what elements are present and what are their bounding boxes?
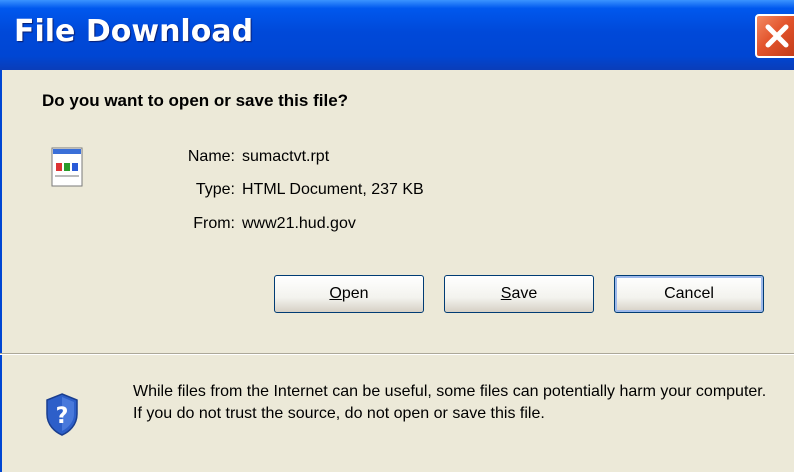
file-icon xyxy=(51,147,83,187)
open-label: pen xyxy=(341,285,369,302)
open-mnemonic: O xyxy=(329,285,342,302)
type-value: HTML Document, 237 KB xyxy=(242,181,424,198)
type-label: Type: xyxy=(195,181,235,198)
name-value: sumactvt.rpt xyxy=(242,148,330,165)
name-label: Name: xyxy=(187,148,235,165)
open-button[interactable]: Open xyxy=(274,275,424,313)
from-value: www21.hud.gov xyxy=(242,215,356,232)
dialog-question: Do you want to open or save this file? xyxy=(42,91,349,110)
cancel-label: Cancel xyxy=(664,285,714,302)
security-warning: While files from the Internet can be use… xyxy=(133,383,767,422)
window-title: File Download xyxy=(14,14,254,49)
from-label: From: xyxy=(193,215,235,232)
save-label: ave xyxy=(511,285,538,302)
close-icon xyxy=(765,24,789,48)
title-bar[interactable]: File Download xyxy=(0,0,794,70)
close-button[interactable] xyxy=(755,14,794,58)
save-mnemonic: S xyxy=(500,285,512,302)
svg-text:?: ? xyxy=(56,404,69,429)
shield-question-icon: ? xyxy=(46,393,78,436)
save-button[interactable]: Save xyxy=(444,275,594,313)
divider xyxy=(0,353,794,355)
cancel-button[interactable]: Cancel xyxy=(614,275,764,313)
